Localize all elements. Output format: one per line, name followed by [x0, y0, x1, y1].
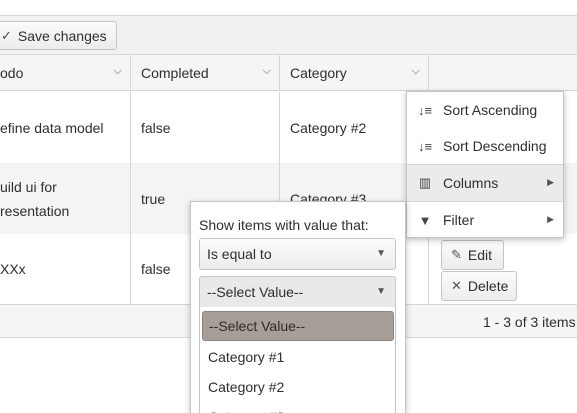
- check-icon: ✓: [1, 27, 12, 43]
- dropdown-option[interactable]: Category #2: [200, 372, 395, 402]
- column-header-label: Completed: [141, 65, 209, 81]
- close-icon: ✕: [451, 278, 462, 293]
- filter-operator-select[interactable]: Is equal to ▼: [199, 238, 396, 270]
- column-header-label: odo: [0, 65, 24, 81]
- pager-info: 1 - 3 of 3 items: [483, 314, 576, 330]
- chevron-down-icon[interactable]: ⌵: [412, 65, 420, 78]
- grid-header: odo ⌵ Completed ⌵ Category ⌵: [0, 55, 577, 91]
- menu-item-filter[interactable]: ▼ Filter ▶: [407, 202, 563, 238]
- todo-line: uild ui for: [0, 178, 57, 195]
- completed-cell[interactable]: false: [131, 92, 280, 163]
- chevron-down-icon[interactable]: ⌵: [114, 65, 122, 78]
- todo-line: resentation: [0, 202, 70, 219]
- menu-item-label: Filter: [443, 212, 475, 228]
- delete-button[interactable]: ✕ Delete: [441, 271, 517, 301]
- todo-cell[interactable]: uild ui for resentation: [0, 163, 131, 234]
- menu-item-sort-descending[interactable]: ↓≡ Sort Descending: [407, 128, 563, 164]
- filter-instruction: Show items with value that:: [199, 217, 369, 233]
- filter-value-dropdown: --Select Value-- Category #1 Category #2…: [199, 307, 396, 413]
- save-changes-button[interactable]: ✓ Save changes: [0, 21, 117, 50]
- filter-icon: ▼: [418, 212, 432, 228]
- grid-toolbar: ✓ Save changes: [0, 15, 577, 55]
- filter-operator-value: Is equal to: [207, 246, 272, 262]
- columns-icon: ▥: [418, 175, 432, 190]
- filter-value-current: --Select Value--: [207, 284, 304, 300]
- chevron-right-icon: ▶: [547, 177, 554, 187]
- column-header-completed[interactable]: Completed ⌵: [131, 55, 280, 91]
- sort-ascending-icon: ↓≡: [417, 102, 433, 118]
- todo-cell[interactable]: XXx: [0, 234, 131, 304]
- menu-item-label: Sort Descending: [443, 138, 547, 154]
- delete-label: Delete: [467, 278, 509, 294]
- column-header-actions: [429, 55, 577, 91]
- caret-down-icon: ▼: [376, 286, 386, 297]
- chevron-down-icon[interactable]: ⌵: [263, 65, 271, 78]
- edit-button[interactable]: ✎ Edit: [441, 240, 504, 270]
- edit-label: Edit: [467, 247, 493, 263]
- dropdown-option[interactable]: Category #3: [200, 402, 395, 413]
- column-menu: ↓≡ Sort Ascending ↓≡ Sort Descending ▥ C…: [406, 91, 564, 238]
- column-header-category[interactable]: Category ⌵: [280, 55, 429, 91]
- menu-item-columns[interactable]: ▥ Columns ▶: [407, 165, 563, 201]
- chevron-right-icon: ▶: [547, 214, 554, 224]
- dropdown-option[interactable]: Category #1: [200, 342, 395, 372]
- caret-down-icon: ▼: [376, 248, 386, 259]
- column-header-label: Category: [290, 65, 347, 81]
- todo-cell[interactable]: efine data model: [0, 92, 131, 163]
- pencil-icon: ✎: [451, 247, 462, 262]
- menu-item-label: Sort Ascending: [443, 102, 538, 118]
- dropdown-option[interactable]: --Select Value--: [202, 311, 394, 341]
- column-header-todo[interactable]: odo ⌵: [0, 55, 131, 91]
- menu-item-sort-ascending[interactable]: ↓≡ Sort Ascending: [407, 92, 563, 128]
- save-changes-label: Save changes: [17, 27, 107, 44]
- sort-descending-icon: ↓≡: [417, 138, 433, 154]
- filter-value-select[interactable]: --Select Value-- ▼: [199, 276, 396, 308]
- menu-item-label: Columns: [443, 175, 499, 191]
- filter-menu: Show items with value that: Is equal to …: [190, 201, 406, 413]
